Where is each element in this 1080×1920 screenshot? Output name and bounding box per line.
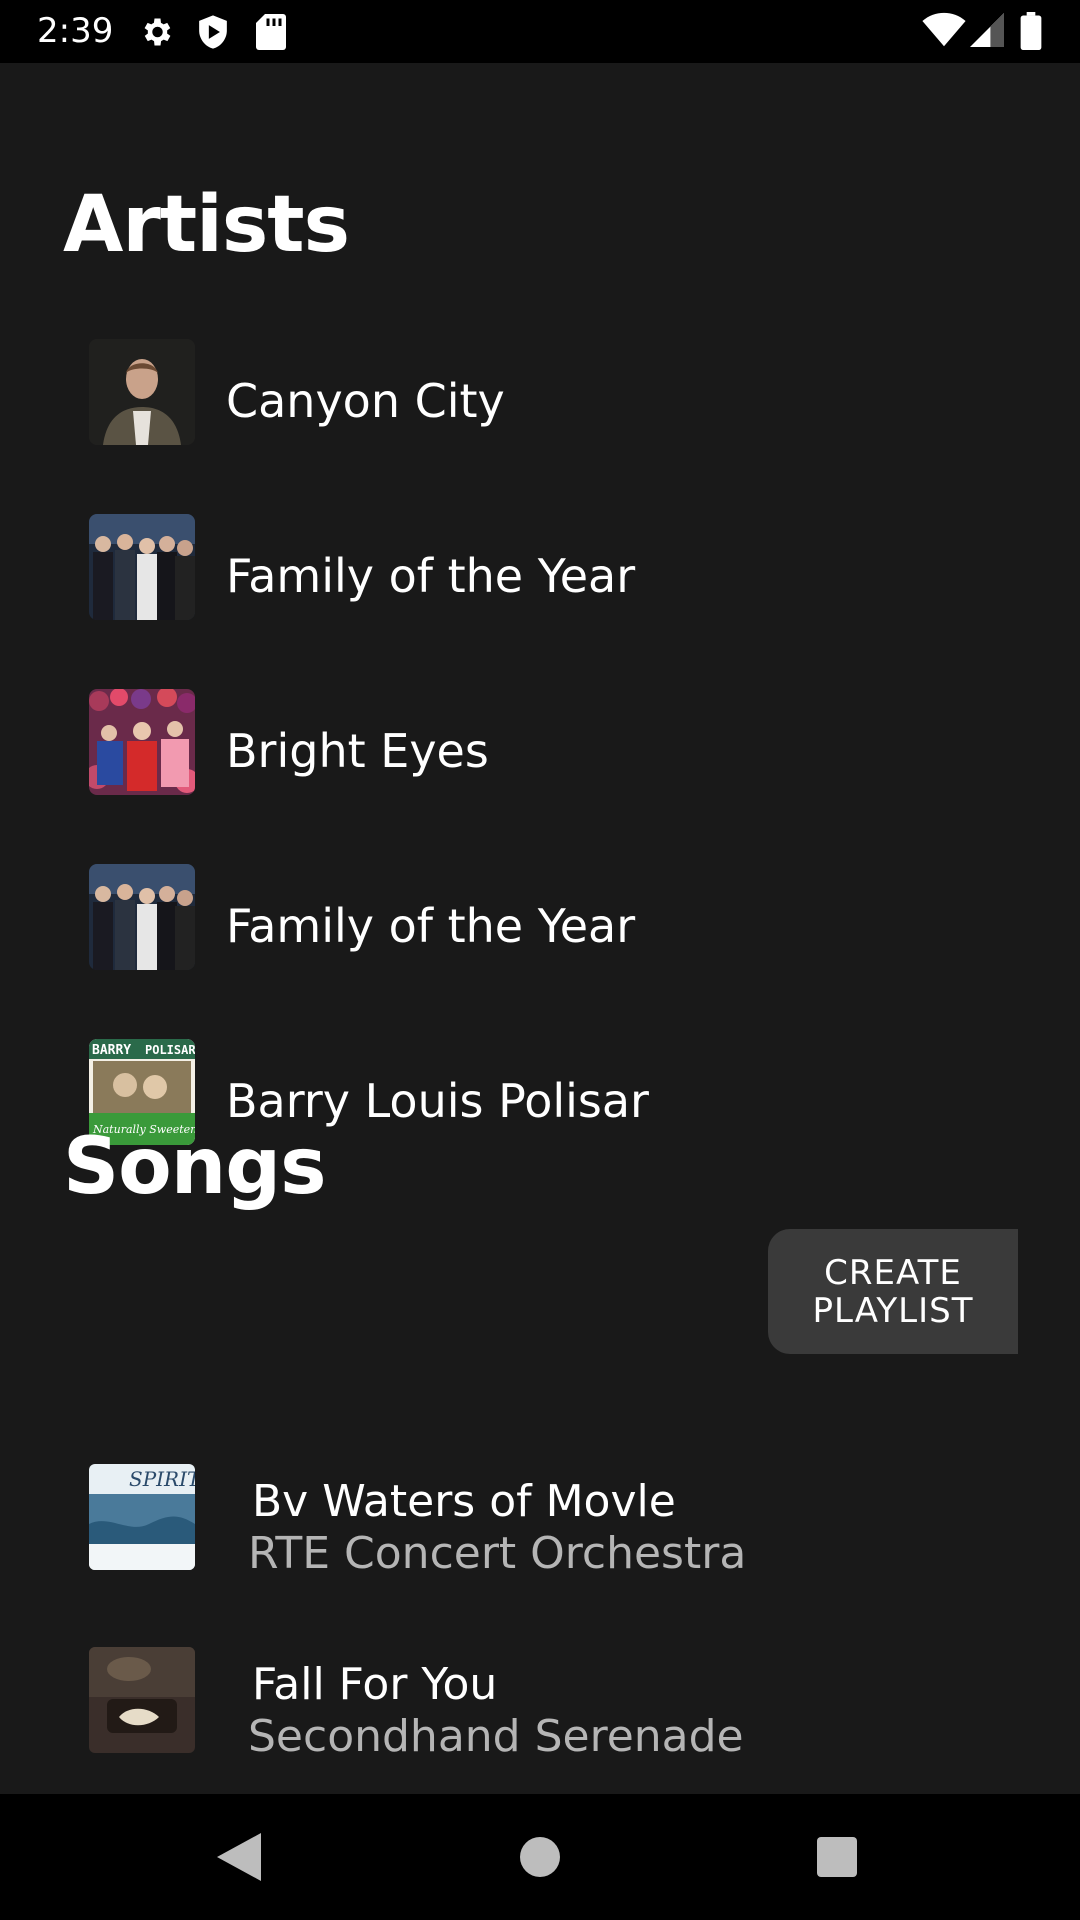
battery-icon [1020,12,1042,54]
song-title: Fall For You [252,1659,498,1710]
shield-icon [196,14,230,54]
song-artist: Secondhand Serenade [248,1711,744,1762]
home-icon [520,1837,560,1877]
artist-name: Canyon City [226,374,505,428]
album-art-text: SPIRIT [129,1467,195,1491]
song-artist: RTE Concert Orchestra [248,1528,747,1579]
cell-signal-icon [970,12,1004,52]
song-title: Bv Waters of Movle [252,1476,676,1527]
song-thumb [89,1647,195,1753]
artist-thumb [89,689,195,795]
artist-row-family-of-the-year[interactable]: Family of the Year [0,839,1080,1014]
artist-thumb [89,339,195,445]
create-playlist-label-line2: PLAYLIST [812,1290,974,1331]
artist-thumb [89,514,195,620]
recents-button[interactable] [762,1794,912,1920]
recents-icon [817,1837,857,1877]
wifi-icon [922,12,966,52]
settings-icon [138,14,174,54]
album-art-text: POLISAR [145,1043,195,1057]
create-playlist-button[interactable]: CREATE PLAYLIST [768,1229,1018,1354]
artist-name: Barry Louis Polisar [226,1074,649,1128]
back-button[interactable] [164,1794,314,1920]
home-button[interactable] [465,1794,615,1920]
create-playlist-label-line1: CREATE [824,1252,962,1293]
artist-name: Bright Eyes [226,724,489,778]
song-thumb: SPIRIT [89,1464,195,1570]
back-icon [217,1833,261,1881]
artist-row-bright-eyes[interactable]: Bright Eyes [0,664,1080,839]
artist-row-canyon-city[interactable]: Canyon City [0,314,1080,489]
songs-heading: Songs [63,1122,327,1212]
song-row[interactable]: SPIRIT Bv Waters of Movle RTE Concert Or… [0,1451,1080,1631]
status-time: 2:39 [37,11,114,51]
status-bar: 2:39 [0,0,1080,63]
artist-row-family-of-the-year[interactable]: Family of the Year [0,489,1080,664]
song-row[interactable]: Fall For You Secondhand Serenade [0,1634,1080,1794]
system-nav-bar [0,1794,1080,1920]
artist-name: Family of the Year [226,899,636,953]
sd-card-icon [256,14,286,54]
artists-heading: Artists [63,180,350,270]
artist-name: Family of the Year [226,549,636,603]
album-art-text: BARRY [92,1043,131,1058]
library-content[interactable]: Artists Canyon City Family of the Year B… [0,63,1080,1794]
artist-thumb [89,864,195,970]
